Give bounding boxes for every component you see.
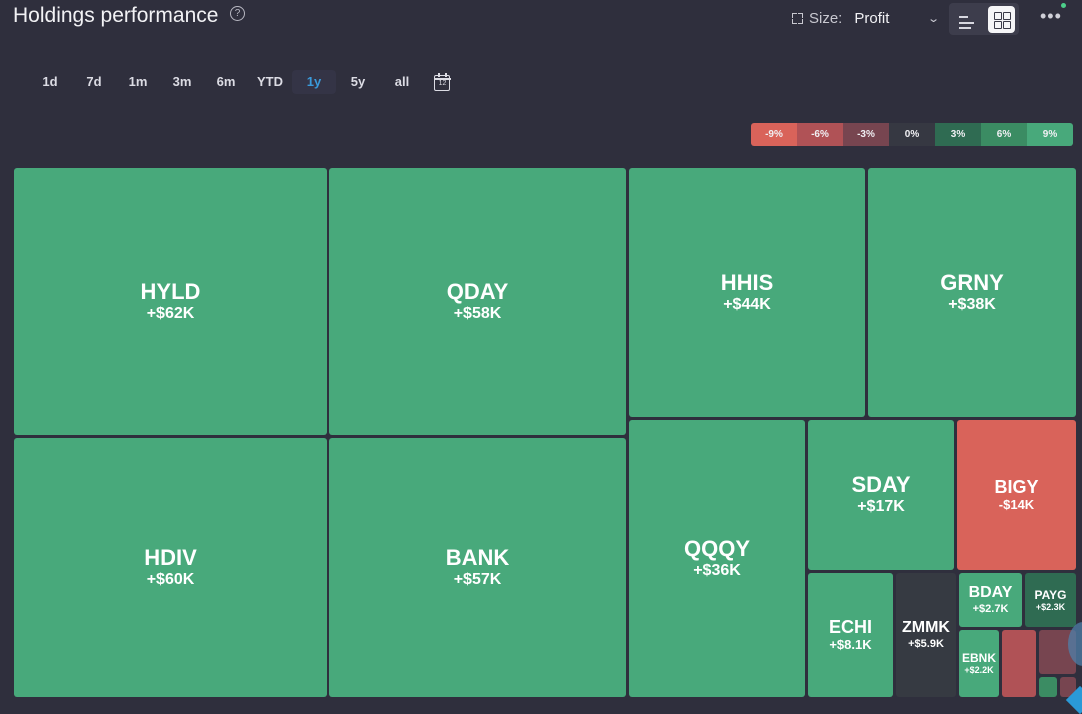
legend-step: 6% — [981, 123, 1027, 146]
holding-symbol: BDAY — [968, 584, 1013, 601]
holding-profit: +$2.3K — [1035, 601, 1066, 612]
holding-symbol: HYLD — [140, 278, 201, 304]
chevron-down-icon: ⌄ — [927, 12, 941, 25]
legend-step: 0% — [889, 123, 935, 146]
holding-profit: +$58K — [453, 304, 502, 322]
treemap-view-button[interactable] — [988, 6, 1015, 33]
holding-profit: +$38K — [948, 295, 996, 313]
holding-tile-ebnk[interactable]: EBNK +$2.2K — [959, 630, 999, 697]
holding-profit: +$2.2K — [964, 665, 994, 675]
holding-tile-grny[interactable]: GRNY +$38K — [868, 168, 1076, 417]
holding-tile-small[interactable] — [1039, 677, 1057, 697]
notification-dot — [1061, 3, 1066, 8]
holding-tile-echi[interactable]: ECHI +$8.1K — [808, 573, 893, 697]
calendar-icon[interactable]: 12 — [432, 72, 452, 92]
size-value: Profit — [854, 9, 890, 27]
holding-tile-bday[interactable]: BDAY +$2.7K — [959, 573, 1022, 627]
holding-tile-qday[interactable]: QDAY +$58K — [329, 168, 626, 435]
holding-symbol: BIGY — [994, 477, 1039, 497]
holding-symbol: BANK — [445, 544, 510, 570]
holding-tile-hdiv[interactable]: HDIV +$60K — [14, 438, 327, 697]
holding-profit: +$60K — [146, 570, 195, 588]
holding-symbol: GRNY — [940, 269, 1004, 295]
period-selector: 1d 7d 1m 3m 6m YTD 1y 5y all 12 — [28, 70, 452, 94]
period-7d[interactable]: 7d — [72, 70, 116, 94]
holding-tile-hyld[interactable]: HYLD +$62K — [14, 168, 327, 435]
legend-step: -3% — [843, 123, 889, 146]
period-1y[interactable]: 1y — [292, 70, 336, 94]
legend-step: 9% — [1027, 123, 1073, 146]
period-1m[interactable]: 1m — [116, 70, 160, 94]
period-ytd[interactable]: YTD — [248, 70, 292, 94]
view-toggle — [949, 3, 1019, 35]
holding-symbol: HHIS — [720, 269, 774, 295]
holding-symbol: QDAY — [446, 278, 509, 304]
legend-step: 3% — [935, 123, 981, 146]
holding-symbol: ECHI — [828, 617, 872, 637]
help-icon[interactable]: ? — [230, 6, 245, 21]
period-3m[interactable]: 3m — [160, 70, 204, 94]
holding-tile-qqqy[interactable]: QQQY +$36K — [629, 420, 805, 697]
size-label: Size: — [809, 9, 843, 27]
size-selector[interactable]: Size: Profit ⌄ — [792, 8, 941, 28]
legend-step: -9% — [751, 123, 797, 146]
holding-symbol: PAYG — [1034, 587, 1067, 602]
period-6m[interactable]: 6m — [204, 70, 248, 94]
holding-profit: -$14K — [998, 497, 1035, 512]
holding-profit: +$44K — [723, 295, 771, 313]
period-all[interactable]: all — [380, 70, 424, 94]
holding-symbol: EBNK — [961, 651, 996, 665]
holding-profit: +$2.7K — [972, 603, 1009, 615]
holding-tile-hhis[interactable]: HHIS +$44K — [629, 168, 865, 417]
holding-profit: +$36K — [693, 561, 741, 579]
holding-tile-payg[interactable]: PAYG +$2.3K — [1025, 573, 1076, 627]
holding-tile-small[interactable] — [1002, 630, 1036, 697]
page-title: Holdings performance — [13, 4, 219, 27]
legend-step: -6% — [797, 123, 843, 146]
color-legend: -9% -6% -3% 0% 3% 6% 9% — [751, 123, 1073, 146]
holding-profit: +$62K — [146, 304, 195, 322]
holding-symbol: ZMMK — [902, 619, 950, 636]
more-menu-button[interactable]: ••• — [1040, 6, 1062, 27]
holding-profit: +$5.9K — [908, 638, 944, 650]
holding-symbol: HDIV — [144, 544, 197, 570]
holding-profit: +$17K — [857, 498, 905, 515]
holding-symbol: SDAY — [851, 472, 911, 497]
expand-icon — [792, 12, 803, 24]
holding-tile-zmmk[interactable]: ZMMK +$5.9K — [896, 573, 956, 697]
holding-profit: +$57K — [453, 570, 502, 588]
holding-tile-bigy[interactable]: BIGY -$14K — [957, 420, 1076, 570]
holding-symbol: QQQY — [683, 535, 750, 561]
calendar-day: 12 — [438, 80, 447, 87]
period-1d[interactable]: 1d — [28, 70, 72, 94]
list-view-button[interactable] — [954, 6, 981, 33]
period-5y[interactable]: 5y — [336, 70, 380, 94]
holding-tile-bank[interactable]: BANK +$57K — [329, 438, 626, 697]
holding-tile-sday[interactable]: SDAY +$17K — [808, 420, 954, 570]
holding-profit: +$8.1K — [829, 637, 872, 652]
